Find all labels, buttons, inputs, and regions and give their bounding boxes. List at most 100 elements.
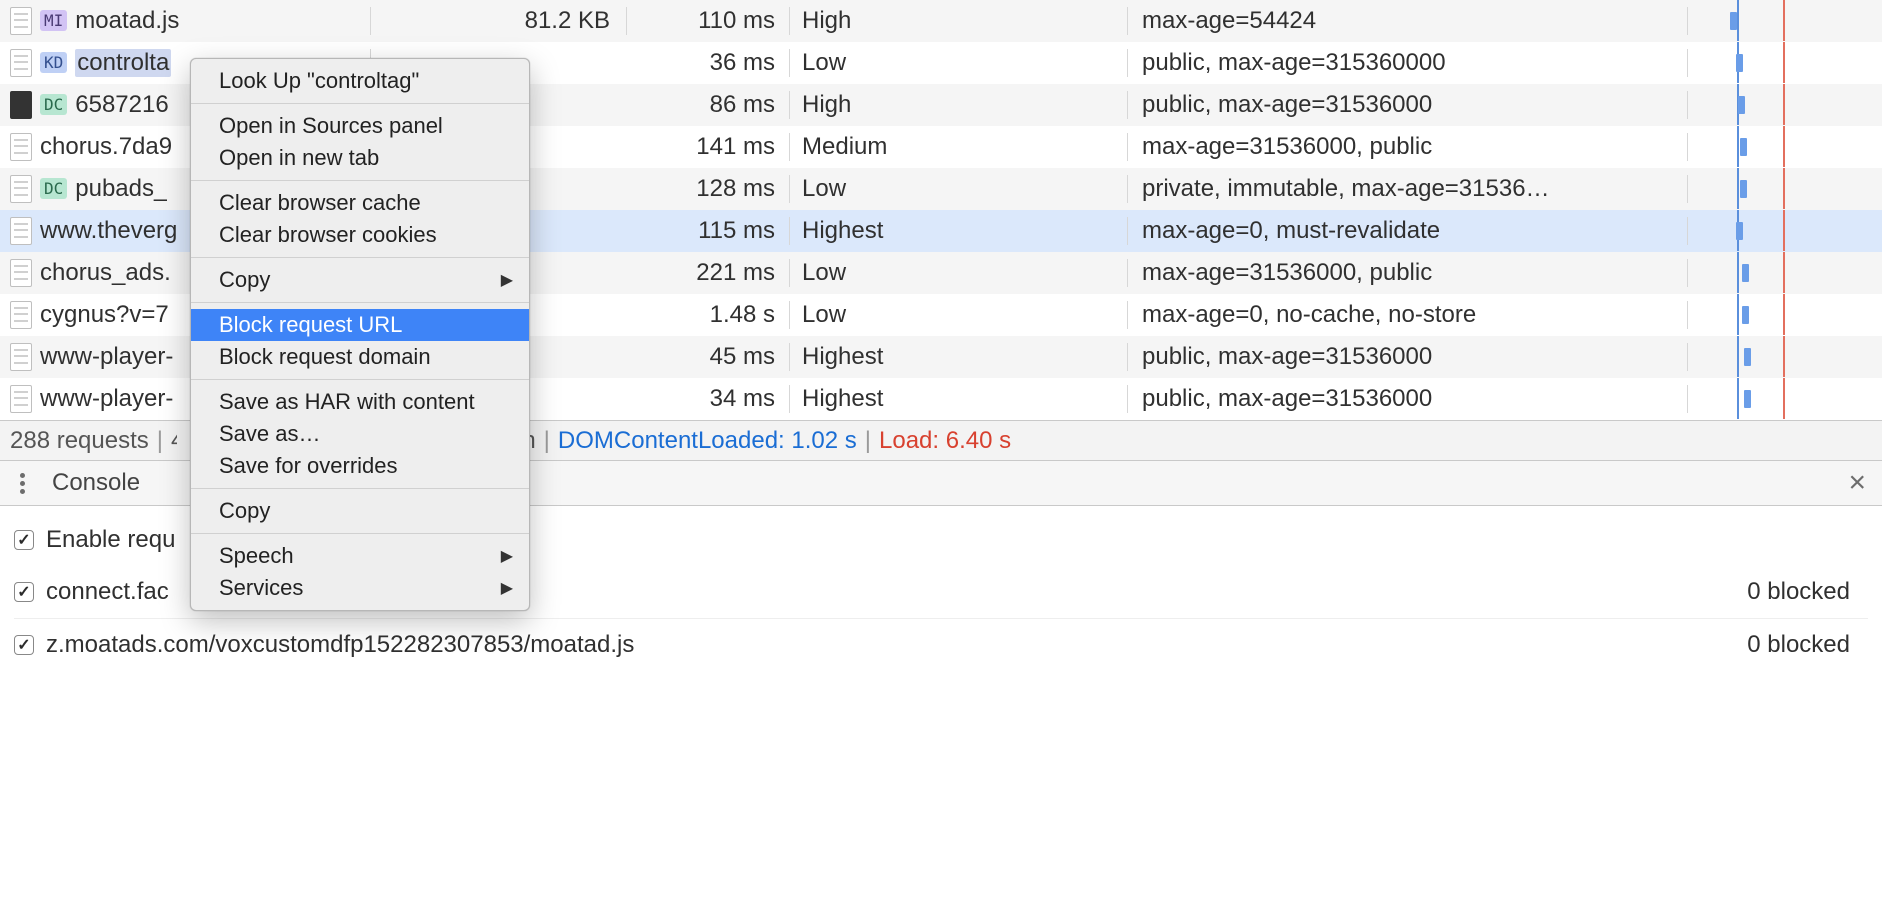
table-row[interactable]: MImoatad.js81.2 KB110 msHighmax-age=5442… <box>0 0 1882 42</box>
separator: | <box>544 427 550 455</box>
pattern-enabled-checkbox[interactable] <box>14 582 34 602</box>
close-icon[interactable]: × <box>1848 466 1872 500</box>
waterfall-bar <box>1730 12 1737 30</box>
menu-copy[interactable]: Copy <box>191 495 529 527</box>
context-menu: Look Up "controltag" Open in Sources pan… <box>190 58 530 611</box>
menu-label: Services <box>219 575 303 601</box>
request-name: www-player- <box>40 343 173 371</box>
priority-cell: Low <box>790 259 1128 287</box>
menu-save-har[interactable]: Save as HAR with content <box>191 386 529 418</box>
menu-label: Copy <box>219 267 270 293</box>
menu-label: Speech <box>219 543 294 569</box>
menu-block-request-domain[interactable]: Block request domain <box>191 341 529 373</box>
load-line <box>1783 210 1785 251</box>
chevron-right-icon: ▶ <box>501 270 513 290</box>
blocked-pattern-row: z.moatads.com/voxcustomdfp152282307853/m… <box>14 618 1868 670</box>
menu-speech-submenu[interactable]: Speech ▶ <box>191 540 529 572</box>
menu-save-overrides[interactable]: Save for overrides <box>191 450 529 482</box>
load-line <box>1783 252 1785 293</box>
waterfall-cell <box>1688 0 1882 41</box>
request-name: pubads_ <box>75 175 167 203</box>
initiator-badge: KD <box>40 52 67 73</box>
cache-control-cell: public, max-age=315360000 <box>1128 49 1688 77</box>
script-file-icon <box>10 301 32 329</box>
dcl-line <box>1737 126 1739 167</box>
load-line <box>1783 336 1785 377</box>
script-file-icon <box>10 7 32 35</box>
dcl-line <box>1737 378 1739 419</box>
status-fragment: 4 <box>171 427 177 455</box>
waterfall-cell <box>1688 336 1882 377</box>
more-tabs-icon[interactable] <box>10 473 34 494</box>
menu-services-submenu[interactable]: Services ▶ <box>191 572 529 604</box>
waterfall-cell <box>1688 378 1882 419</box>
cache-control-cell: max-age=0, must-revalidate <box>1128 217 1688 245</box>
priority-cell: Highest <box>790 343 1128 371</box>
time-cell: 34 ms <box>627 385 790 413</box>
request-name: www-player- <box>40 385 173 413</box>
menu-block-request-url[interactable]: Block request URL <box>191 309 529 341</box>
waterfall-bar <box>1742 264 1749 282</box>
time-cell: 1.48 s <box>627 301 790 329</box>
requests-count: 288 requests <box>10 427 149 455</box>
menu-clear-cache[interactable]: Clear browser cache <box>191 187 529 219</box>
script-file-icon <box>10 343 32 371</box>
image-file-icon <box>10 91 32 119</box>
menu-open-new-tab[interactable]: Open in new tab <box>191 142 529 174</box>
initiator-badge: DC <box>40 94 67 115</box>
menu-look-up[interactable]: Look Up "controltag" <box>191 65 529 97</box>
request-name: cygnus?v=7 <box>40 301 169 329</box>
pattern-text: connect.fac <box>46 578 169 606</box>
blocked-count: 0 blocked <box>1747 578 1868 606</box>
cache-control-cell: public, max-age=31536000 <box>1128 385 1688 413</box>
dcl-line <box>1737 0 1739 41</box>
pattern-enabled-checkbox[interactable] <box>14 635 34 655</box>
script-file-icon <box>10 133 32 161</box>
menu-open-sources[interactable]: Open in Sources panel <box>191 110 529 142</box>
menu-clear-cookies[interactable]: Clear browser cookies <box>191 219 529 251</box>
time-cell: 45 ms <box>627 343 790 371</box>
cache-control-cell: max-age=0, no-cache, no-store <box>1128 301 1688 329</box>
waterfall-cell <box>1688 168 1882 209</box>
script-file-icon <box>10 259 32 287</box>
pattern-text: z.moatads.com/voxcustomdfp152282307853/m… <box>46 631 634 659</box>
menu-save-as[interactable]: Save as… <box>191 418 529 450</box>
time-cell: 36 ms <box>627 49 790 77</box>
chevron-right-icon: ▶ <box>501 546 513 566</box>
waterfall-bar <box>1736 54 1743 72</box>
menu-separator <box>191 488 529 489</box>
blocked-count: 0 blocked <box>1747 631 1868 659</box>
cache-control-cell: max-age=31536000, public <box>1128 259 1688 287</box>
priority-cell: Highest <box>790 385 1128 413</box>
cache-control-cell: public, max-age=31536000 <box>1128 343 1688 371</box>
priority-cell: Low <box>790 175 1128 203</box>
load-line <box>1783 84 1785 125</box>
load-line <box>1783 168 1785 209</box>
separator: | <box>157 427 163 455</box>
menu-separator <box>191 533 529 534</box>
menu-separator <box>191 302 529 303</box>
waterfall-cell <box>1688 84 1882 125</box>
menu-separator <box>191 379 529 380</box>
waterfall-bar <box>1736 222 1743 240</box>
enable-blocking-checkbox[interactable] <box>14 530 34 550</box>
script-file-icon <box>10 49 32 77</box>
dcl-line <box>1737 336 1739 377</box>
load-line <box>1783 126 1785 167</box>
waterfall-cell <box>1688 252 1882 293</box>
cache-control-cell: public, max-age=31536000 <box>1128 91 1688 119</box>
chevron-right-icon: ▶ <box>501 578 513 598</box>
initiator-badge: DC <box>40 178 67 199</box>
dcl-line <box>1737 168 1739 209</box>
priority-cell: Medium <box>790 133 1128 161</box>
time-cell: 141 ms <box>627 133 790 161</box>
menu-copy-submenu[interactable]: Copy ▶ <box>191 264 529 296</box>
waterfall-cell <box>1688 126 1882 167</box>
cache-control-cell: private, immutable, max-age=31536… <box>1128 175 1688 203</box>
tab-console[interactable]: Console <box>52 469 140 497</box>
cache-control-cell: max-age=31536000, public <box>1128 133 1688 161</box>
priority-cell: High <box>790 91 1128 119</box>
menu-separator <box>191 257 529 258</box>
waterfall-cell <box>1688 210 1882 251</box>
request-name: www.theverg <box>40 217 177 245</box>
